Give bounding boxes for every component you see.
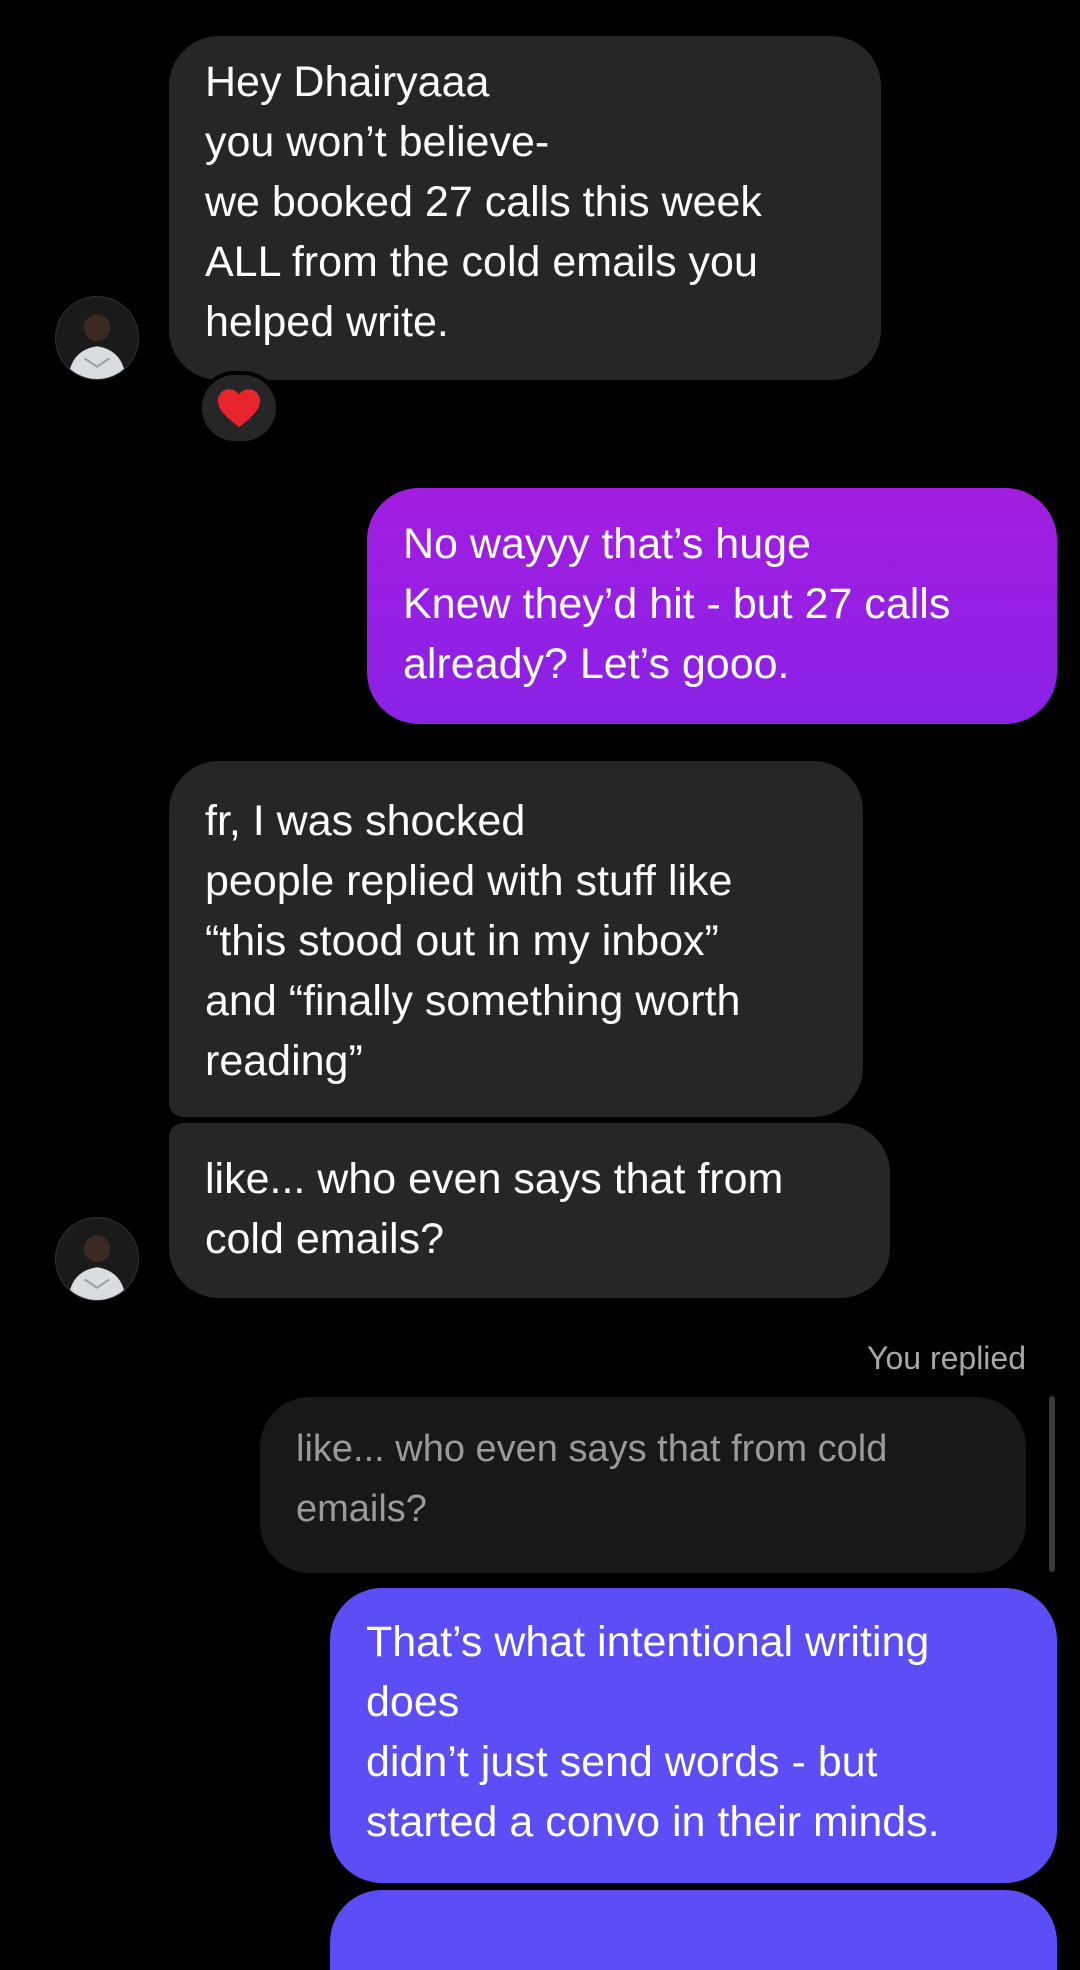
message-bubble-incoming[interactable]: Hey Dhairyaaa you won’t believe- we book… xyxy=(169,36,881,380)
message-bubble-incoming[interactable]: fr, I was shocked people replied with st… xyxy=(169,761,863,1117)
reply-label: You replied xyxy=(867,1340,1026,1376)
profile-avatar-icon[interactable] xyxy=(55,1217,139,1301)
quoted-message[interactable]: like... who even says that from cold ema… xyxy=(260,1397,1026,1573)
reply-indicator-bar xyxy=(1049,1396,1055,1572)
message-bubble-outgoing[interactable]: No wayyy that’s huge Knew they’d hit - b… xyxy=(367,488,1057,724)
reaction-heart[interactable] xyxy=(198,371,280,445)
profile-avatar-icon[interactable] xyxy=(55,296,139,380)
message-bubble-incoming[interactable]: like... who even says that from cold ema… xyxy=(169,1123,890,1298)
message-bubble-outgoing[interactable]: That’s what intentional writing does did… xyxy=(330,1588,1057,1883)
chat-thread: Hey Dhairyaaa you won’t believe- we book… xyxy=(0,0,1080,1970)
heart-icon xyxy=(218,389,260,428)
message-bubble-outgoing-partial[interactable] xyxy=(330,1890,1057,1970)
